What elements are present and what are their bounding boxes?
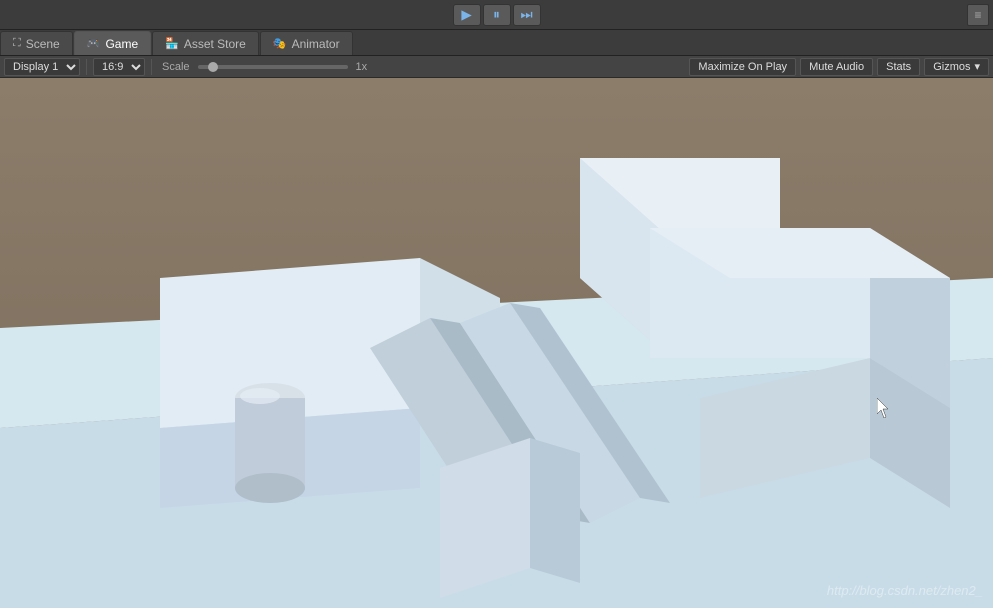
scene-icon: ⛶ [13, 37, 21, 50]
maximize-on-play-label: Maximize On Play [698, 61, 787, 73]
mute-audio-button[interactable]: Mute Audio [800, 58, 873, 76]
tab-asset-store[interactable]: 🏪 Asset Store [152, 31, 259, 55]
game-icon: 🎮 [87, 37, 101, 50]
asset-store-icon: 🏪 [165, 37, 179, 50]
step-icon: ⏭ [521, 7, 533, 23]
divider-1 [86, 59, 87, 75]
step-button[interactable]: ⏭ [513, 4, 541, 26]
scale-thumb[interactable] [208, 62, 218, 72]
stats-button[interactable]: Stats [877, 58, 920, 76]
cylinder-highlight [240, 388, 280, 404]
divider-2 [151, 59, 152, 75]
gizmos-arrow-icon: ▾ [974, 60, 980, 73]
tab-game[interactable]: 🎮 Game [74, 31, 151, 55]
options-bar: Display 1 16:9 Scale 1x Maximize On Play… [0, 56, 993, 78]
pause-icon: ⏸ [493, 7, 500, 23]
watermark: http://blog.csdn.net/zhen2_ [827, 583, 983, 598]
collapse-button[interactable]: ≡ [967, 4, 989, 26]
aspect-select[interactable]: 16:9 [93, 58, 145, 76]
tab-animator[interactable]: 🎭 Animator [260, 31, 353, 55]
scale-label: Scale [162, 61, 190, 73]
gizmos-label: Gizmos [933, 61, 970, 73]
pause-button[interactable]: ⏸ [483, 4, 511, 26]
play-button[interactable]: ▶ [453, 4, 481, 26]
collapse-icon: ≡ [974, 8, 981, 22]
mute-audio-label: Mute Audio [809, 61, 864, 73]
scene-canvas: http://blog.csdn.net/zhen2_ [0, 78, 993, 608]
scale-value: 1x [356, 61, 368, 73]
playback-controls: ▶ ⏸ ⏭ [453, 4, 541, 26]
tab-scene-label: Scene [26, 37, 60, 51]
animator-icon: 🎭 [273, 37, 287, 50]
scale-slider[interactable] [198, 65, 348, 69]
game-viewport: http://blog.csdn.net/zhen2_ [0, 78, 993, 608]
toolbar-right: ≡ [967, 4, 989, 26]
tab-asset-store-label: Asset Store [184, 37, 246, 51]
maximize-on-play-button[interactable]: Maximize On Play [689, 58, 796, 76]
tabbar: ⛶ Scene 🎮 Game 🏪 Asset Store 🎭 Animator [0, 30, 993, 56]
gizmos-button[interactable]: Gizmos ▾ [924, 58, 989, 76]
scene-svg [0, 78, 993, 608]
play-icon: ▶ [461, 7, 471, 23]
tab-game-label: Game [105, 37, 138, 51]
block-right [530, 438, 580, 583]
stats-label: Stats [886, 61, 911, 73]
tab-scene[interactable]: ⛶ Scene [0, 31, 73, 55]
display-select[interactable]: Display 1 [4, 58, 80, 76]
toolbar: ▶ ⏸ ⏭ ≡ [0, 0, 993, 30]
cylinder-bottom [235, 473, 305, 503]
tab-animator-label: Animator [292, 37, 340, 51]
